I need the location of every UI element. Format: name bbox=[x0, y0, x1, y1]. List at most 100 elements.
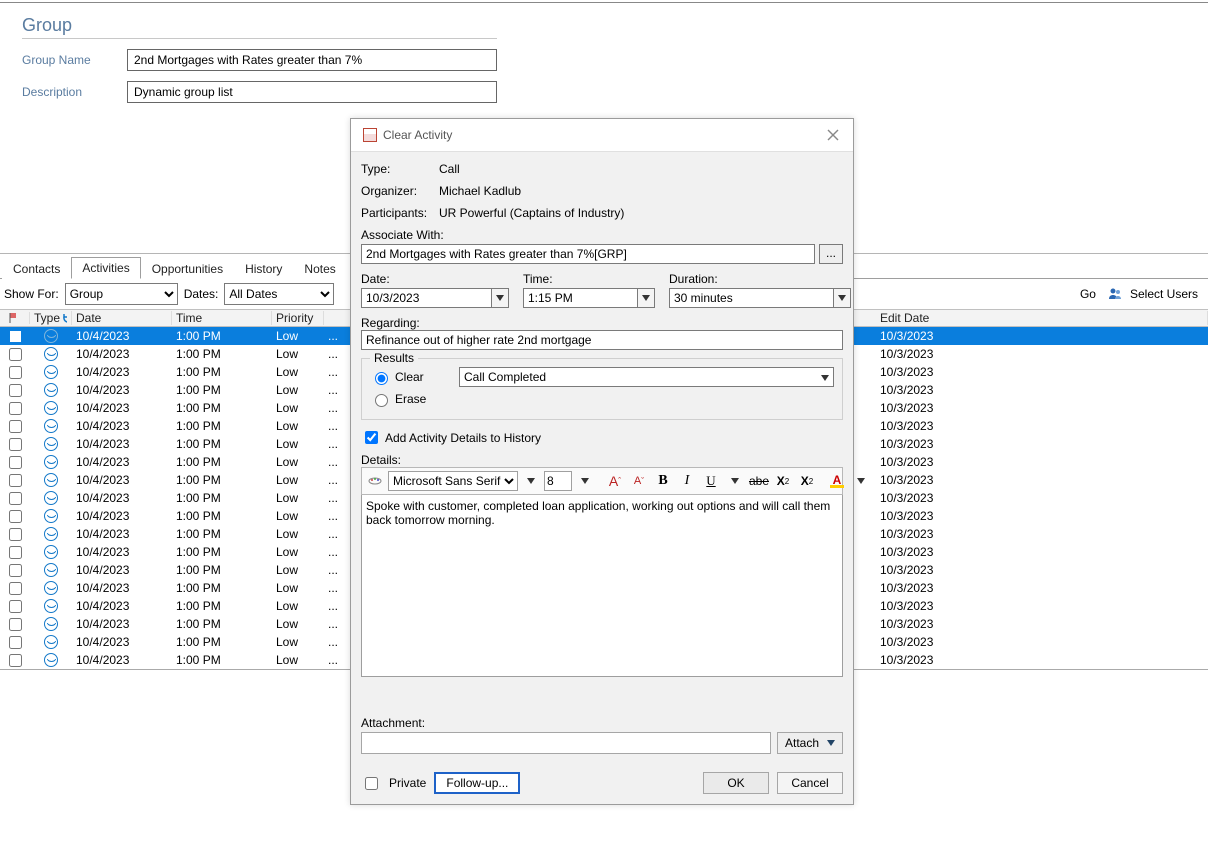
dialog-title: Clear Activity bbox=[383, 128, 452, 142]
erase-radio[interactable] bbox=[375, 394, 388, 407]
col-flag[interactable] bbox=[0, 312, 30, 324]
organizer-label: Organizer: bbox=[361, 184, 439, 198]
go-link[interactable]: Go bbox=[1080, 287, 1096, 301]
underline-icon[interactable]: U bbox=[700, 470, 722, 492]
row-checkbox[interactable] bbox=[9, 366, 22, 379]
row-edit-date: 10/3/2023 bbox=[876, 455, 1208, 469]
private-checkbox[interactable] bbox=[365, 777, 378, 790]
col-type[interactable]: Type bbox=[30, 311, 72, 325]
row-checkbox[interactable] bbox=[9, 420, 22, 433]
regarding-input[interactable] bbox=[361, 330, 843, 350]
row-priority: Low bbox=[272, 545, 324, 559]
chevron-down-icon[interactable] bbox=[491, 288, 509, 308]
row-checkbox[interactable] bbox=[9, 636, 22, 649]
duration-input[interactable] bbox=[669, 288, 833, 308]
group-name-input[interactable] bbox=[127, 49, 497, 71]
tab-notes[interactable]: Notes bbox=[293, 258, 346, 279]
bold-icon[interactable]: B bbox=[652, 470, 674, 492]
refresh-icon[interactable] bbox=[62, 312, 67, 324]
row-checkbox[interactable] bbox=[9, 528, 22, 541]
duration-combo[interactable] bbox=[669, 288, 851, 308]
group-desc-label: Description bbox=[22, 85, 127, 99]
row-time: 1:00 PM bbox=[172, 419, 272, 433]
font-family-select[interactable]: Microsoft Sans Serif bbox=[388, 471, 518, 491]
row-edit-date: 10/3/2023 bbox=[876, 437, 1208, 451]
chevron-down-icon[interactable] bbox=[724, 470, 746, 492]
group-desc-input[interactable] bbox=[127, 81, 497, 103]
row-checkbox[interactable] bbox=[9, 492, 22, 505]
row-checkbox[interactable] bbox=[9, 600, 22, 613]
row-priority: Low bbox=[272, 581, 324, 595]
call-icon bbox=[44, 635, 58, 649]
select-users-link[interactable]: Select Users bbox=[1130, 287, 1198, 301]
col-time[interactable]: Time bbox=[172, 311, 272, 325]
add-history-checkbox[interactable] bbox=[365, 431, 378, 444]
ok-button[interactable]: OK bbox=[703, 772, 769, 794]
tab-activities[interactable]: Activities bbox=[71, 257, 140, 279]
font-color-icon[interactable]: A bbox=[826, 470, 848, 492]
row-priority: Low bbox=[272, 599, 324, 613]
user-icon bbox=[1108, 287, 1122, 301]
associate-with-browse[interactable]: ... bbox=[819, 244, 843, 264]
result-combo[interactable]: Call Completed bbox=[459, 367, 834, 387]
date-input[interactable] bbox=[361, 288, 491, 308]
details-textarea[interactable]: Spoke with customer, completed loan appl… bbox=[361, 495, 843, 677]
dialog-titlebar[interactable]: Clear Activity bbox=[351, 119, 853, 152]
time-combo[interactable] bbox=[523, 288, 655, 308]
date-combo[interactable] bbox=[361, 288, 509, 308]
clear-activity-dialog: Clear Activity Type:Call Organizer:Micha… bbox=[350, 118, 854, 805]
chevron-down-icon[interactable] bbox=[637, 288, 655, 308]
row-edit-date: 10/3/2023 bbox=[876, 509, 1208, 523]
row-checkbox[interactable] bbox=[9, 582, 22, 595]
attachment-input[interactable] bbox=[361, 732, 771, 754]
row-checkbox[interactable] bbox=[9, 348, 22, 361]
time-input[interactable] bbox=[523, 288, 637, 308]
organizer-value: Michael Kadlub bbox=[439, 184, 521, 198]
superscript-icon[interactable]: X2 bbox=[796, 470, 818, 492]
italic-icon[interactable]: I bbox=[676, 470, 698, 492]
chevron-down-icon[interactable] bbox=[833, 288, 851, 308]
followup-button[interactable]: Follow-up... bbox=[434, 772, 520, 794]
style-picker-icon[interactable] bbox=[364, 470, 386, 492]
row-checkbox[interactable] bbox=[9, 564, 22, 577]
group-name-label: Group Name bbox=[22, 53, 127, 67]
tab-contacts[interactable]: Contacts bbox=[2, 258, 71, 279]
dates-label: Dates: bbox=[184, 287, 219, 301]
col-edit-date[interactable]: Edit Date bbox=[876, 311, 1208, 325]
row-checkbox[interactable] bbox=[9, 654, 22, 667]
strikethrough-icon[interactable]: abe bbox=[748, 470, 770, 492]
close-icon[interactable] bbox=[825, 127, 841, 143]
row-checkbox[interactable] bbox=[9, 510, 22, 523]
dates-select[interactable]: All Dates bbox=[224, 283, 334, 305]
clear-radio[interactable] bbox=[375, 372, 388, 385]
decrease-font-icon[interactable]: Aˇ bbox=[628, 470, 650, 492]
increase-font-icon[interactable]: Aˆ bbox=[604, 470, 626, 492]
chevron-down-icon[interactable] bbox=[850, 470, 872, 492]
row-checkbox[interactable] bbox=[9, 546, 22, 559]
type-label: Type: bbox=[361, 162, 439, 176]
chevron-down-icon[interactable] bbox=[821, 370, 829, 384]
chevron-down-icon bbox=[827, 740, 835, 746]
col-priority[interactable]: Priority bbox=[272, 311, 324, 325]
associate-with-input[interactable] bbox=[361, 244, 815, 264]
font-size-input[interactable] bbox=[544, 471, 572, 491]
tab-opportunities[interactable]: Opportunities bbox=[141, 258, 234, 279]
row-checkbox[interactable] bbox=[9, 438, 22, 451]
col-date[interactable]: Date bbox=[72, 311, 172, 325]
chevron-down-icon[interactable] bbox=[520, 470, 542, 492]
row-checkbox[interactable] bbox=[9, 474, 22, 487]
show-for-select[interactable]: Group bbox=[65, 283, 178, 305]
cancel-button[interactable]: Cancel bbox=[777, 772, 843, 794]
attach-button[interactable]: Attach bbox=[777, 732, 843, 754]
chevron-down-icon[interactable] bbox=[574, 470, 596, 492]
tab-history[interactable]: History bbox=[234, 258, 293, 279]
row-checkbox[interactable] bbox=[9, 618, 22, 631]
row-checkbox[interactable] bbox=[9, 384, 22, 397]
row-time: 1:00 PM bbox=[172, 581, 272, 595]
checkbox-icon[interactable] bbox=[10, 331, 21, 342]
row-priority: Low bbox=[272, 437, 324, 451]
row-priority: Low bbox=[272, 527, 324, 541]
subscript-icon[interactable]: X2 bbox=[772, 470, 794, 492]
row-checkbox[interactable] bbox=[9, 402, 22, 415]
row-checkbox[interactable] bbox=[9, 456, 22, 469]
